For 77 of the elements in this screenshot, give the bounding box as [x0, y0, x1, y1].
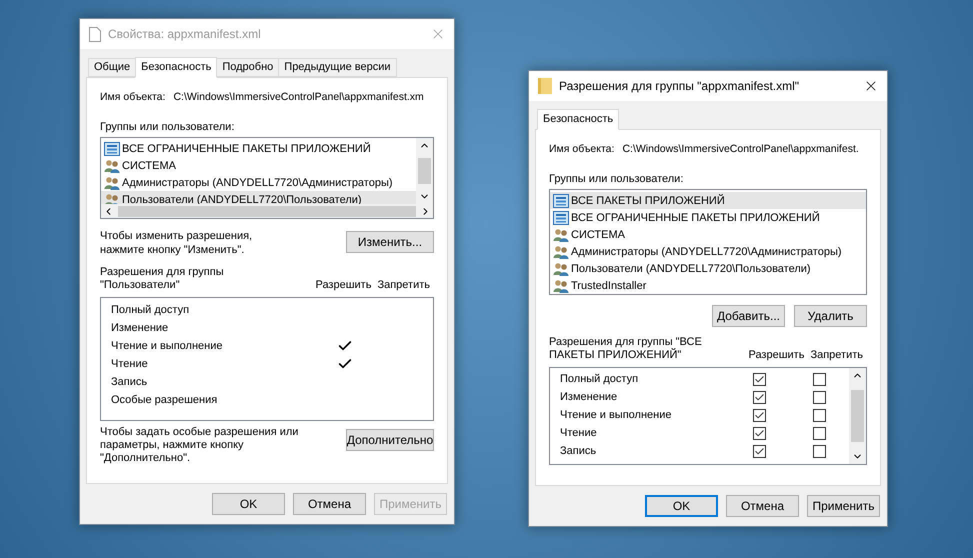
app-grid-icon — [104, 142, 120, 156]
object-path: C:\Windows\ImmersiveControlPanel\appxmanifest. — [622, 142, 859, 157]
app-grid-icon — [553, 194, 569, 208]
allow-checkbox[interactable] — [752, 372, 766, 386]
dialog-button[interactable]: Добавить... — [712, 305, 785, 328]
group-list-item[interactable]: Администраторы (ANDYDELL7720\Администраторы) — [101, 174, 416, 192]
group-list-item[interactable]: Пользователи (ANDYDELL7720\Пользователи) — [550, 260, 866, 278]
folder-icon — [538, 78, 552, 94]
advanced-hint: Чтобы задать особые разрешения или параметры, нажмите кнопку "Дополнительно". — [100, 426, 300, 466]
permission-name: Полный доступ — [111, 303, 190, 318]
object-name-label: Имя объекта: — [100, 90, 166, 105]
object-path: C:\Windows\ImmersiveControlPanel\appxmanifest.xm — [173, 90, 424, 105]
tab[interactable]: Общие — [88, 58, 136, 77]
users-icon — [553, 228, 569, 242]
dialog-button[interactable]: OK — [212, 493, 285, 515]
allow-checkbox[interactable] — [752, 444, 766, 458]
group-list-item[interactable]: TrustedInstaller — [550, 277, 866, 294]
permission-name: Полный доступ — [560, 372, 638, 387]
group-list-item[interactable]: Администраторы (ANDYDELL7720\Администраторы) — [550, 243, 866, 260]
horizontal-scrollbar[interactable] — [101, 204, 433, 218]
object-name-label: Имя объекта: — [549, 142, 614, 157]
tab[interactable]: Подробно — [216, 58, 280, 77]
window-title: Свойства: appxmanifest.xml — [108, 26, 261, 43]
permission-name: Запись — [560, 444, 596, 459]
permission-name: Изменение — [560, 390, 618, 405]
permissions-label: Разрешения для группы "Пользователи" — [100, 266, 225, 292]
deny-checkbox[interactable] — [812, 444, 826, 458]
permission-name: Чтение и выполнение — [111, 339, 222, 354]
dialog-button[interactable]: Отмена — [293, 493, 366, 515]
deny-checkbox[interactable] — [812, 426, 826, 440]
window-title: Разрешения для группы "appxmanifest.xml" — [559, 78, 800, 95]
tab[interactable]: Безопасность — [537, 109, 620, 130]
scroll-thumb[interactable] — [118, 206, 416, 217]
scroll-thumb[interactable] — [851, 390, 864, 442]
tab[interactable]: Безопасность — [135, 57, 218, 78]
users-icon — [553, 262, 569, 276]
change-hint: Чтобы изменить разрешения, нажмите кнопку "Изменить". — [100, 229, 254, 258]
permission-name: Чтение — [560, 426, 597, 441]
dialog-button[interactable]: Отмена — [726, 495, 799, 517]
dialog-button[interactable]: Изменить... — [346, 231, 434, 254]
deny-header: Запретить — [810, 349, 863, 362]
allow-header: Разрешить — [748, 349, 804, 362]
groups-label: Группы или пользователи: — [100, 120, 234, 135]
users-icon — [553, 278, 569, 293]
document-icon — [89, 26, 101, 42]
dialog-button[interactable]: Применить — [807, 495, 880, 517]
allow-checkbox[interactable] — [752, 390, 766, 404]
app-grid-icon — [553, 210, 569, 225]
permission-name: Изменение — [111, 321, 168, 336]
users-icon — [104, 176, 120, 190]
group-list-item[interactable]: СИСТЕМА — [550, 226, 866, 244]
vertical-scrollbar[interactable] — [849, 368, 866, 464]
deny-checkbox[interactable] — [812, 408, 826, 422]
groups-label: Группы или пользователи: — [549, 172, 684, 187]
deny-checkbox[interactable] — [812, 390, 826, 404]
dialog-button[interactable]: OK — [645, 495, 718, 517]
permission-name: Особые разрешения — [111, 393, 218, 408]
tab[interactable]: Предыдущие версии — [278, 58, 397, 77]
users-icon — [553, 244, 569, 259]
scroll-thumb[interactable] — [418, 158, 431, 184]
allow-header: Разрешить — [315, 279, 372, 292]
deny-header: Запретить — [377, 279, 430, 292]
vertical-scrollbar[interactable] — [416, 138, 433, 204]
permission-name: Чтение и выполнение — [560, 408, 672, 423]
dialog-button[interactable]: Удалить — [794, 305, 867, 328]
allow-checkbox[interactable] — [752, 426, 766, 440]
group-list-item[interactable]: ВСЕ ОГРАНИЧЕННЫЕ ПАКЕТЫ ПРИЛОЖЕНИЙ — [550, 209, 866, 226]
group-list-item[interactable]: ВСЕ ОГРАНИЧЕННЫЕ ПАКЕТЫ ПРИЛОЖЕНИЙ — [101, 140, 416, 158]
group-list-item[interactable]: ВСЕ ПАКЕТЫ ПРИЛОЖЕНИЙ — [550, 192, 866, 210]
group-list-item[interactable]: СИСТЕМА — [101, 157, 416, 174]
deny-checkbox[interactable] — [812, 372, 826, 386]
users-icon — [104, 158, 120, 173]
allow-checkbox[interactable] — [752, 408, 766, 422]
dialog-button[interactable]: Дополнительно — [346, 429, 434, 452]
permissions-label: Разрешения для группы "ВСЕ ПАКЕТЫ ПРИЛОЖЕНИЙ" — [549, 336, 703, 362]
permission-name: Чтение — [111, 357, 148, 372]
permission-name: Запись — [111, 375, 148, 390]
